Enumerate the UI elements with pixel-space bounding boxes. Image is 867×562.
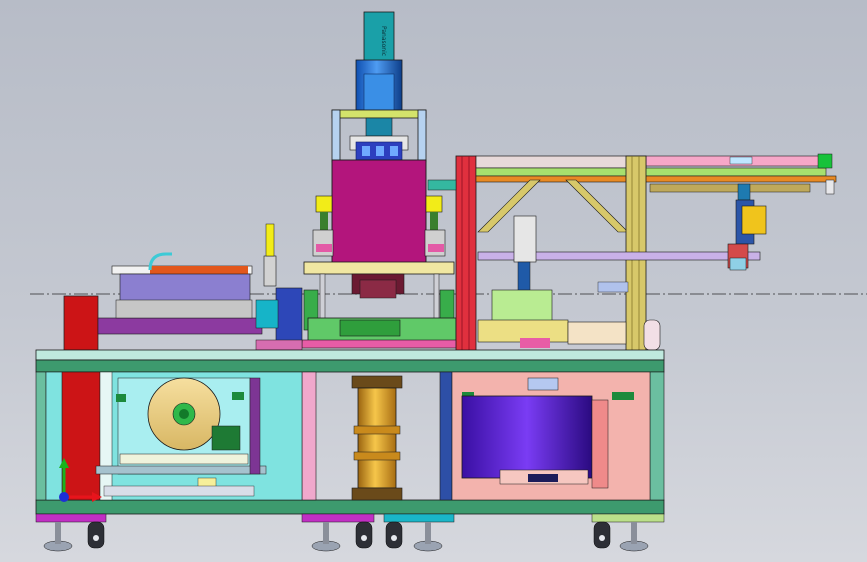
die-set <box>301 317 461 349</box>
base-feet <box>35 513 665 552</box>
cabinet-left <box>45 371 303 501</box>
lift-cylinder <box>351 375 403 501</box>
machine-assembly-drawing: Panasonic <box>30 11 867 552</box>
cad-viewport[interactable]: Panasonic <box>0 0 867 562</box>
servo-motor: Panasonic <box>355 11 403 111</box>
motor-brand-label: Panasonic <box>380 26 387 56</box>
reducer-bracket <box>331 109 427 163</box>
cabinet-right <box>451 371 651 501</box>
feeder-station <box>63 223 303 351</box>
